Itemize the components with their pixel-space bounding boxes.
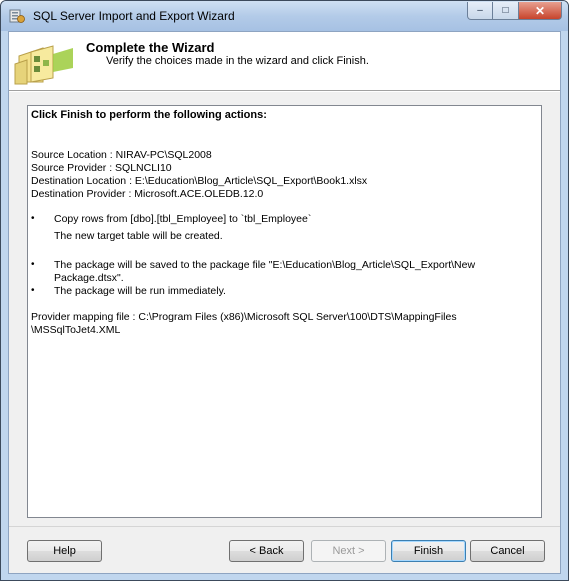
- wizard-header: Complete the Wizard Verify the choices m…: [9, 32, 560, 91]
- source-location: Source Location : NIRAV-PC\SQL2008: [31, 149, 212, 161]
- page-title: Complete the Wizard: [86, 40, 215, 55]
- minimize-button[interactable]: ‒: [467, 2, 493, 20]
- action-run-package: The package will be run immediately.: [54, 285, 226, 297]
- destination-location: Destination Location : E:\Education\Blog…: [31, 175, 368, 187]
- header-divider: [9, 91, 560, 92]
- page-subtitle: Verify the choices made in the wizard an…: [106, 55, 369, 67]
- caption-buttons: ‒ □ ✕: [467, 2, 562, 20]
- next-button[interactable]: Next >: [311, 540, 386, 562]
- bullet-icon: •: [31, 213, 35, 224]
- finish-button[interactable]: Finish: [391, 540, 466, 562]
- action-save-package-cont: Package.dtsx".: [54, 272, 124, 284]
- action-save-package: The package will be saved to the package…: [54, 259, 476, 271]
- footer-divider: [9, 526, 560, 527]
- bullet-icon: •: [31, 285, 35, 296]
- maximize-icon: □: [502, 5, 509, 16]
- maximize-button[interactable]: □: [493, 2, 519, 20]
- wizard-window: SQL Server Import and Export Wizard ‒ □ …: [0, 0, 569, 581]
- mapping-file-cont: \MSSqlToJet4.XML: [31, 324, 121, 336]
- action-copy-rows: Copy rows from [dbo].[tbl_Employee] to `…: [54, 213, 312, 225]
- back-button[interactable]: < Back: [229, 540, 304, 562]
- window-title: SQL Server Import and Export Wizard: [33, 9, 235, 23]
- source-provider: Source Provider : SQLNCLI10: [31, 162, 172, 174]
- help-button[interactable]: Help: [27, 540, 102, 562]
- summary-panel[interactable]: Click Finish to perform the following ac…: [27, 105, 542, 518]
- summary-heading: Click Finish to perform the following ac…: [31, 109, 267, 121]
- wizard-client-area: Complete the Wizard Verify the choices m…: [8, 31, 561, 574]
- action-create-table: The new target table will be created.: [54, 230, 223, 242]
- wizard-folder-icon: [14, 45, 73, 85]
- mapping-file: Provider mapping file : C:\Program Files…: [31, 311, 457, 323]
- title-bar[interactable]: SQL Server Import and Export Wizard ‒ □ …: [1, 1, 568, 31]
- bullet-icon: •: [31, 259, 35, 270]
- close-button[interactable]: ✕: [519, 2, 562, 20]
- cancel-button[interactable]: Cancel: [470, 540, 545, 562]
- destination-provider: Destination Provider : Microsoft.ACE.OLE…: [31, 188, 264, 200]
- minimize-icon: ‒: [477, 5, 483, 16]
- close-icon: ✕: [534, 3, 546, 18]
- sql-wizard-icon: [9, 9, 25, 23]
